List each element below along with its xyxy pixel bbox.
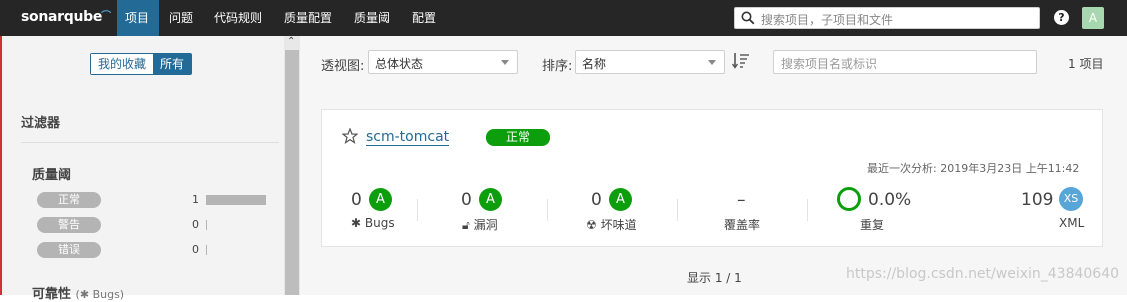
sidebar-scrollbar[interactable]: ⌃ xyxy=(284,36,300,295)
vulnerabilities-label: 🔓︎ 漏洞 xyxy=(462,218,498,232)
facet-count: 1 xyxy=(192,193,199,206)
project-search-input[interactable]: 搜索项目名或标识 xyxy=(773,50,1037,74)
status-pill: 正常 xyxy=(37,192,101,208)
nav-issues[interactable]: 问题 xyxy=(161,0,201,36)
sort-direction-icon[interactable] xyxy=(732,52,750,70)
nav-projects[interactable]: 项目 xyxy=(117,0,159,36)
star-icon[interactable] xyxy=(342,128,358,144)
facet-bar xyxy=(206,220,207,230)
nav-quality-gates[interactable]: 质量阈 xyxy=(346,0,398,36)
divider xyxy=(547,199,548,221)
bugs-rating[interactable]: A xyxy=(369,188,392,211)
lock-icon: 🔓︎ xyxy=(462,218,470,232)
favorites-toggle: 我的收藏 所有 xyxy=(90,53,193,75)
divider xyxy=(417,199,418,221)
divider xyxy=(807,199,808,221)
duplications-ring-icon xyxy=(837,187,861,211)
project-count: 1 项目 xyxy=(1068,57,1104,71)
facet-bar xyxy=(206,195,266,205)
vulnerabilities-rating[interactable]: A xyxy=(479,188,502,211)
status-pill: 错误 xyxy=(37,242,101,258)
duplications-value[interactable]: 0.0% xyxy=(868,190,911,210)
facet-bar xyxy=(206,245,207,255)
reliability-facet-title: 可靠性 (✱ Bugs) xyxy=(32,287,125,302)
bugs-value[interactable]: 0 xyxy=(351,190,362,210)
size-badge: XS xyxy=(1059,187,1083,211)
coverage-label: 覆盖率 xyxy=(724,218,761,232)
bug-icon: ✱ xyxy=(351,216,362,230)
facet-count: 0 xyxy=(192,243,199,256)
chevron-down-icon xyxy=(708,60,716,65)
sonarqube-logo[interactable]: sonarqube⌒ xyxy=(21,9,111,25)
perspective-select[interactable]: 总体状态 xyxy=(368,50,518,74)
quality-gate-facet-title: 质量阈 xyxy=(32,168,72,183)
scrollbar-thumb[interactable] xyxy=(285,50,299,295)
nav-quality-profiles[interactable]: 质量配置 xyxy=(276,0,340,36)
last-analysis-date: 最近一次分析: 2019年3月23日 上午11:42 xyxy=(867,162,1080,175)
chevron-down-icon xyxy=(501,60,509,65)
top-nav: sonarqube⌒ 项目 问题 代码规则 质量配置 质量阈 配置 搜索项目，子… xyxy=(0,0,1127,36)
status-pill: 警告 xyxy=(37,217,101,233)
lines-of-code-value[interactable]: 109 xyxy=(1021,190,1053,210)
sort-label: 排序: xyxy=(542,59,573,74)
watermark: https://blog.csdn.net/weixin_43840640 xyxy=(846,266,1120,282)
quality-gate-status-badge: 正常 xyxy=(486,129,550,146)
filters-title: 过滤器 xyxy=(21,116,61,131)
avatar[interactable]: A xyxy=(1082,7,1104,29)
bugs-label: ✱ Bugs xyxy=(351,216,395,230)
sort-select[interactable]: 名称 xyxy=(575,50,725,74)
duplications-label: 重复 xyxy=(860,218,885,232)
help-icon[interactable]: ? xyxy=(1054,10,1069,25)
global-search-placeholder: 搜索项目，子项目和文件 xyxy=(761,13,894,27)
nav-administration[interactable]: 配置 xyxy=(404,0,444,36)
radiation-icon: ☢ xyxy=(586,218,597,232)
scroll-up-icon[interactable]: ⌃ xyxy=(287,36,295,47)
code-smells-value[interactable]: 0 xyxy=(591,190,602,210)
divider xyxy=(677,199,678,221)
code-smells-label: ☢ 坏味道 xyxy=(586,218,637,232)
code-smells-rating[interactable]: A xyxy=(609,188,632,211)
coverage-value[interactable]: – xyxy=(737,190,746,210)
project-name-link[interactable]: scm-tomcat xyxy=(366,129,450,146)
language-label: XML xyxy=(1059,216,1085,230)
nav-rules[interactable]: 代码规则 xyxy=(206,0,270,36)
vulnerabilities-value[interactable]: 0 xyxy=(461,190,472,210)
perspective-label: 透视图: xyxy=(321,59,365,74)
pagination-info: 显示 1 / 1 xyxy=(687,271,742,285)
all-button[interactable]: 所有 xyxy=(153,54,192,74)
global-search-input[interactable]: 搜索项目，子项目和文件 xyxy=(734,7,1040,29)
facet-count: 0 xyxy=(192,218,199,231)
favorites-button[interactable]: 我的收藏 xyxy=(91,54,154,74)
search-icon xyxy=(741,11,755,25)
divider xyxy=(21,142,279,143)
